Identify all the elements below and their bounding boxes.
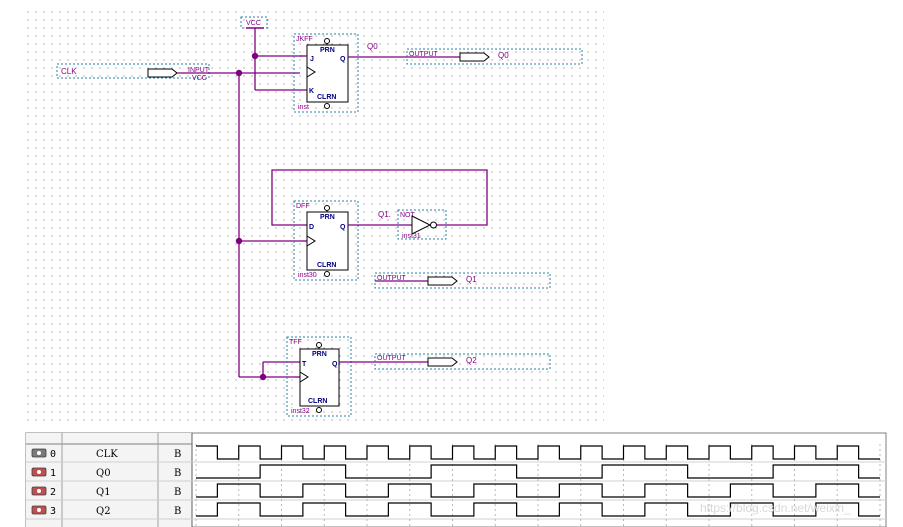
signal-name: Q1 (96, 487, 111, 498)
dff-instance-label: inst30 (298, 272, 317, 279)
tff-type-label: TFF (289, 339, 302, 346)
not-gate-instance: inst31 (402, 233, 421, 240)
signal-value: B (174, 506, 181, 517)
vcc-label: VCC (246, 20, 261, 27)
junction-dot (259, 373, 267, 381)
q1-net-label: Q1. (378, 210, 391, 219)
signal-index: 1 (50, 468, 56, 479)
jkff-prn-pin: PRN (320, 47, 335, 54)
signal-name: Q0 (96, 468, 111, 479)
output-pin-icon (31, 505, 47, 515)
jkff-instance-label: inst (298, 104, 309, 111)
dff-type-label: DFF (296, 203, 310, 210)
input-pin-icon (31, 448, 47, 458)
q0-net-label: Q0 (367, 42, 378, 51)
clk-label: CLK (61, 67, 77, 76)
dff-clrn-pin: CLRN (317, 262, 336, 269)
dff-q-pin: Q (340, 224, 346, 231)
junction-dot (251, 52, 259, 60)
schematic-canvas: CLK INPUT VCC VCC JKFF PRN J K Q CLRN in… (22, 5, 887, 527)
q2-output-name: Q2 (466, 356, 477, 365)
signal-index: 2 (50, 487, 56, 498)
jkff-q-pin: Q (340, 56, 346, 63)
output-pin-icon (31, 486, 47, 496)
output-pin-icon (31, 467, 47, 477)
tff-clrn-pin: CLRN (308, 398, 327, 405)
tff-q-pin: Q (332, 361, 338, 368)
tff-prn-pin: PRN (312, 351, 327, 358)
dff-prn-pin: PRN (320, 214, 335, 221)
signal-index: 0 (50, 449, 56, 460)
dff-d-pin: D (309, 224, 314, 231)
q1-output-name: Q1 (466, 275, 477, 284)
q0-output-name: Q0 (498, 51, 509, 60)
jkff-type-label: JKFF (296, 36, 313, 43)
junction-dot (235, 69, 243, 77)
tff-instance-label: inst32 (291, 408, 310, 415)
junction-dot (235, 237, 243, 245)
signal-index: 3 (50, 506, 56, 517)
jkff-j-pin: J (310, 56, 314, 63)
signal-name: Q2 (96, 506, 111, 517)
watermark: https://blog.csdn.net/weixin_ (700, 501, 851, 515)
jkff-k-pin: K (309, 88, 314, 95)
signal-value: B (174, 487, 181, 498)
signal-name: CLK (96, 449, 118, 460)
signal-value: B (174, 468, 181, 479)
q2-output-type: OUTPUT (377, 355, 407, 362)
jkff-clrn-pin: CLRN (317, 94, 336, 101)
tff-t-pin: T (302, 361, 307, 368)
clk-input-sub: VCC (192, 75, 207, 82)
signal-value: B (174, 449, 181, 460)
q0-output-type: OUTPUT (409, 51, 439, 58)
